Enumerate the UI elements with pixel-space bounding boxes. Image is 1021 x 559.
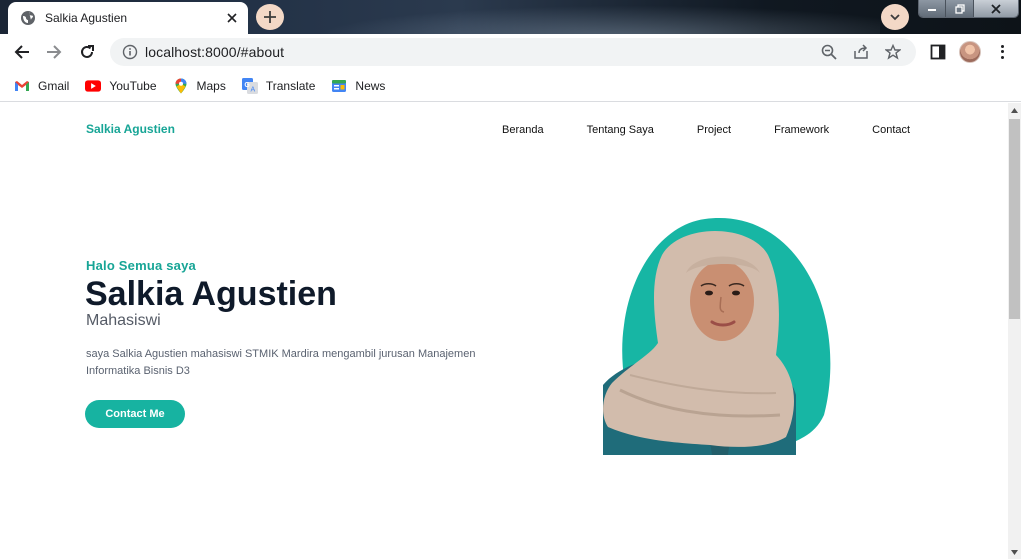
restore-button[interactable] [946,0,974,17]
bookmark-youtube[interactable]: YouTube [85,74,157,98]
forward-button[interactable] [42,40,66,64]
address-bar[interactable]: localhost:8000/#about [110,38,916,66]
scroll-down-arrow-icon[interactable] [1008,545,1021,559]
share-icon[interactable] [852,43,870,61]
minimize-button[interactable] [919,0,947,17]
hero-role: Mahasiswi [86,312,161,329]
page-viewport: Salkia Agustien Beranda Tentang Saya Pro… [0,103,1008,559]
maps-icon [173,78,189,94]
gmail-icon [14,78,30,94]
bookmark-maps[interactable]: Maps [173,74,226,98]
nav-link-tentang-saya[interactable]: Tentang Saya [587,124,654,136]
site-info-icon[interactable] [122,44,138,60]
reload-button[interactable] [75,40,99,64]
bookmark-label: Translate [265,78,316,93]
side-panel-icon[interactable] [929,43,947,61]
hero-profile-image [600,215,832,455]
svg-text:G: G [244,82,250,89]
bookmark-label: Maps [196,78,226,93]
bookmark-label: News [355,78,386,93]
nav-link-contact[interactable]: Contact [872,124,910,136]
url-text: localhost:8000/#about [145,44,285,60]
tab-title: Salkia Agustien [45,11,128,25]
site-logo[interactable]: Salkia Agustien [86,122,175,136]
browser-menu-icon[interactable] [994,42,1010,62]
tab-close-icon[interactable] [224,10,240,26]
hero-description: saya Salkia Agustien mahasiswi STMIK Mar… [86,348,476,377]
browser-tab[interactable]: Salkia Agustien [8,2,248,34]
zoom-icon[interactable] [820,43,838,61]
translate-icon: GA [241,77,258,94]
hero-name: Salkia Agustien [85,275,337,313]
bookmarks-bar: Gmail YouTube Maps GA Translate News [0,70,1021,102]
bookmark-label: Gmail [38,78,70,93]
scroll-up-arrow-icon[interactable] [1008,103,1021,117]
youtube-icon [85,78,102,94]
contact-me-button[interactable]: Contact Me [85,400,185,428]
browser-toolbar: localhost:8000/#about [0,34,1021,70]
bookmark-gmail[interactable]: Gmail [14,74,69,98]
window-controls [918,0,1019,18]
svg-text:A: A [250,86,255,93]
nav-link-project[interactable]: Project [697,124,731,136]
page-scrollbar[interactable] [1008,103,1021,559]
site-nav: Beranda Tentang Saya Project Framework C… [480,124,931,136]
bookmark-star-icon[interactable] [884,43,902,61]
bookmark-label: YouTube [109,78,157,93]
bookmark-translate[interactable]: GA Translate [241,74,316,98]
hero-greeting: Halo Semua saya [86,258,196,273]
back-button[interactable] [10,40,34,64]
nav-link-beranda[interactable]: Beranda [502,124,544,136]
tab-search-button[interactable] [881,4,909,30]
scrollbar-thumb[interactable] [1009,119,1020,319]
nav-link-framework[interactable]: Framework [774,124,829,136]
profile-avatar[interactable] [959,41,981,63]
news-icon [331,78,347,94]
close-window-button[interactable] [973,0,1018,17]
globe-icon [20,10,36,26]
bookmark-news[interactable]: News [331,74,385,98]
new-tab-button[interactable] [256,4,284,30]
